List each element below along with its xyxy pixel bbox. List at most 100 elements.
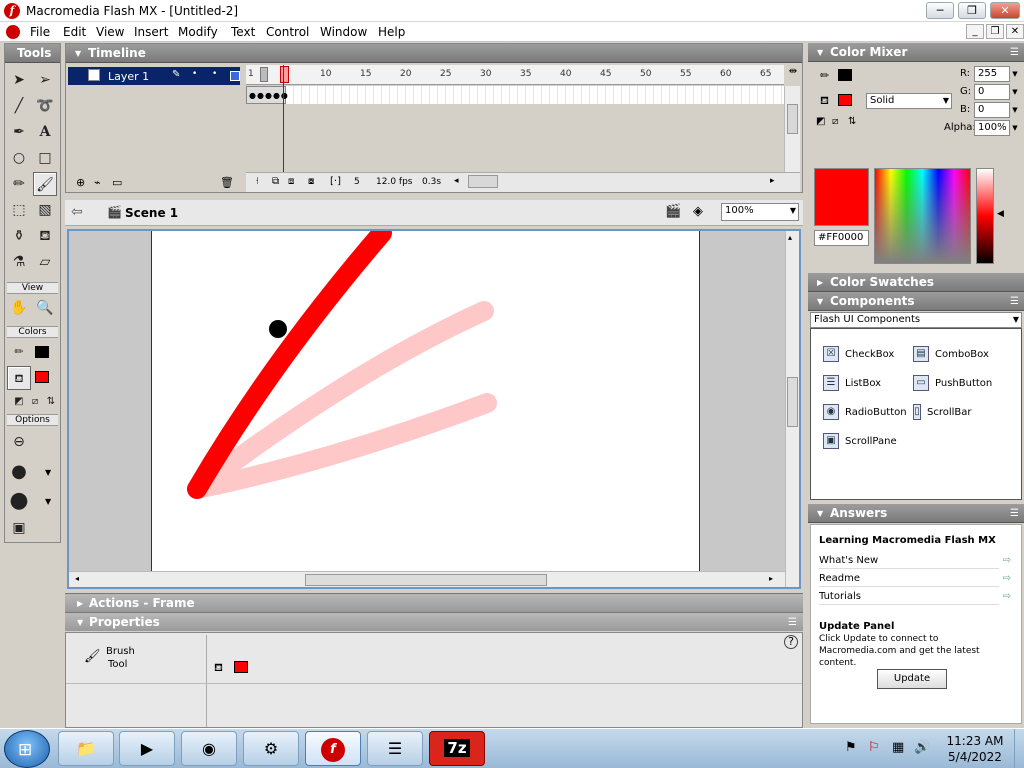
tray-action-center-icon[interactable]: ⚐	[868, 740, 880, 755]
menu-edit[interactable]: Edit	[63, 25, 86, 39]
taskbar-file-explorer-icon[interactable]: 📁	[58, 731, 114, 766]
playhead[interactable]	[280, 66, 289, 83]
layer-frames-row[interactable]: ●●●●●	[246, 86, 784, 104]
line-tool-icon[interactable]: ╱	[7, 94, 31, 118]
brightness-pointer-icon[interactable]: ◀	[997, 209, 1004, 219]
tools-header[interactable]: Tools	[5, 44, 60, 63]
taskbar-chrome-icon[interactable]: ◉	[181, 731, 237, 766]
component-listbox[interactable]: ☰ ListBox	[823, 375, 881, 391]
arrow-tool-icon[interactable]: ➤	[7, 68, 31, 92]
stage-area[interactable]: ◂ ▸ ▴	[67, 223, 801, 589]
stage-vscroll[interactable]: ▴	[785, 231, 799, 587]
layer-lock-dot[interactable]: •	[212, 69, 217, 79]
panel-options-icon[interactable]: ☰	[788, 613, 797, 632]
delete-layer-icon[interactable]: 🗑	[220, 176, 234, 189]
component-scrollpane[interactable]: ▣ ScrollPane	[823, 433, 897, 449]
fill-type-dropdown-icon[interactable]: ▼	[943, 94, 949, 108]
back-arrow-icon[interactable]: ⇦	[71, 204, 83, 220]
taskbar-installer-icon[interactable]: ⚙	[243, 731, 299, 766]
maximize-button[interactable]: ❐	[958, 2, 986, 19]
menu-control[interactable]: Control	[266, 25, 309, 39]
mixer-fill-swatch[interactable]	[838, 94, 852, 106]
brush-shape-icon[interactable]: ▣	[7, 516, 31, 540]
eraser-tool-icon[interactable]: ▱	[33, 250, 57, 274]
free-transform-tool-icon[interactable]: ⬚	[7, 198, 31, 222]
text-tool-icon[interactable]: A	[33, 120, 57, 144]
keyframes-span[interactable]: ●●●●●	[246, 86, 288, 104]
tray-network-icon[interactable]: ▦	[892, 740, 904, 755]
layer-visible-dot[interactable]: •	[192, 69, 197, 79]
menu-help[interactable]: Help	[378, 25, 405, 39]
brightness-slider[interactable]	[976, 168, 994, 264]
panel-options-icon[interactable]: ☰	[1010, 292, 1019, 311]
prop-fill-swatch[interactable]	[234, 661, 248, 673]
edit-multiple-frames-icon[interactable]: ⧇	[308, 176, 314, 187]
stroke-color-swatch[interactable]	[35, 346, 49, 358]
doc-minimize-button[interactable]: _	[966, 24, 984, 39]
fill-color-swatch[interactable]	[35, 371, 49, 383]
center-frame-icon[interactable]: ⍿	[256, 176, 259, 187]
b-input[interactable]: 0	[974, 102, 1010, 118]
hand-tool-icon[interactable]: ✋	[7, 296, 31, 320]
fill-transform-tool-icon[interactable]: ▧	[33, 198, 57, 222]
panel-options-icon[interactable]: ☰	[1010, 504, 1019, 523]
edit-symbols-icon[interactable]: ◈	[693, 204, 703, 219]
stage-hscroll[interactable]: ◂ ▸	[69, 571, 785, 587]
stage-scroll-left-icon[interactable]: ◂	[75, 574, 79, 583]
g-input[interactable]: 0	[974, 84, 1010, 100]
insert-folder-icon[interactable]: ▭	[112, 176, 122, 189]
layer-outline-color[interactable]	[230, 71, 240, 81]
insert-layer-icon[interactable]: ⊕	[76, 176, 85, 189]
doc-restore-button[interactable]: ❐	[986, 24, 1004, 39]
onion-skin-start-marker[interactable]	[260, 67, 268, 82]
tutorials-link[interactable]: Tutorials ⇨	[819, 591, 1011, 605]
r-input[interactable]: 255	[974, 66, 1010, 82]
timeline-header[interactable]: ▼ Timeline	[66, 44, 802, 63]
help-icon[interactable]: ?	[784, 635, 798, 649]
menu-text[interactable]: Text	[231, 25, 255, 39]
stage-hscroll-thumb[interactable]	[305, 574, 547, 586]
zoom-tool-icon[interactable]: 🔍	[33, 296, 57, 320]
brush-mode-dropdown-icon[interactable]: ▼	[45, 468, 51, 477]
update-button[interactable]: Update	[877, 669, 947, 689]
readme-link[interactable]: Readme ⇨	[819, 573, 1011, 587]
actions-panel-bar[interactable]: ▶ Actions - Frame	[65, 593, 803, 612]
hex-input[interactable]: #FF0000	[814, 230, 869, 246]
zoom-dropdown-icon[interactable]: ▼	[790, 204, 796, 218]
scroll-left-icon[interactable]: ◂	[454, 176, 459, 186]
timeline-vscroll[interactable]	[784, 86, 800, 172]
show-desktop-button[interactable]	[1014, 729, 1024, 768]
whats-new-link[interactable]: What's New ⇨	[819, 555, 1011, 569]
stage-vscroll-thumb[interactable]	[787, 377, 798, 427]
flash-app-icon[interactable]: f	[4, 3, 20, 19]
ink-bottle-tool-icon[interactable]: ⚱	[7, 224, 31, 248]
lasso-tool-icon[interactable]: ➰	[33, 94, 57, 118]
eyedropper-tool-icon[interactable]: ⚗	[7, 250, 31, 274]
pen-tool-icon[interactable]: ✒	[7, 120, 31, 144]
onion-skin-icon[interactable]: ⧉	[272, 176, 279, 187]
taskbar-7zip-icon[interactable]: 7z	[429, 731, 485, 766]
tray-network-settings-icon[interactable]: ⚑	[845, 740, 857, 755]
scroll-right-icon[interactable]: ▸	[770, 176, 775, 186]
menu-insert[interactable]: Insert	[134, 25, 168, 39]
edit-scene-icon[interactable]: 🎬	[665, 204, 681, 219]
document-icon[interactable]	[6, 25, 20, 39]
scene-name[interactable]: Scene 1	[125, 206, 178, 220]
answers-header[interactable]: ▼ Answers ☰	[808, 504, 1024, 523]
b-spin-icon[interactable]: ▼	[1010, 102, 1020, 118]
mixer-stroke-swatch[interactable]	[838, 69, 852, 81]
layer-row[interactable]: Layer 1 ✎ • •	[68, 67, 240, 85]
g-spin-icon[interactable]: ▼	[1010, 84, 1020, 100]
component-radiobutton[interactable]: ◉ RadioButton	[823, 404, 907, 420]
panel-options-icon[interactable]: ☰	[1010, 43, 1019, 62]
components-header[interactable]: ▼ Components ☰	[808, 292, 1024, 311]
lock-fill-icon[interactable]: ⊖	[7, 430, 31, 454]
subselect-tool-icon[interactable]: ➢	[33, 68, 57, 92]
taskbar-list-icon[interactable]: ☰	[367, 731, 423, 766]
onion-skin-outlines-icon[interactable]: ⧈	[288, 176, 294, 187]
add-guide-layer-icon[interactable]: ⌁	[94, 176, 101, 189]
stage-scroll-up-icon[interactable]: ▴	[788, 233, 792, 242]
stage-drawing[interactable]	[152, 223, 701, 571]
stage-scroll-right-icon[interactable]: ▸	[769, 574, 773, 583]
menu-modify[interactable]: Modify	[178, 25, 218, 39]
